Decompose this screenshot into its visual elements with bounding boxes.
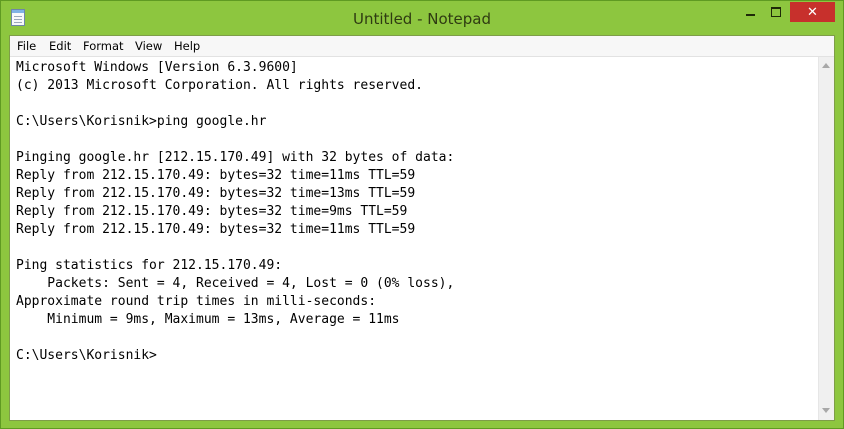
menu-view[interactable]: View <box>135 39 162 53</box>
text-line: C:\Users\Korisnik>ping google.hr <box>16 114 267 129</box>
text-line: C:\Users\Korisnik> <box>16 348 157 363</box>
text-line: (c) 2013 Microsoft Corporation. All righ… <box>16 78 423 93</box>
text-line: Reply from 212.15.170.49: bytes=32 time=… <box>16 222 416 237</box>
scroll-up-arrow-icon[interactable] <box>822 63 830 68</box>
maximize-icon <box>771 7 781 17</box>
minimize-button[interactable] <box>737 2 763 22</box>
vertical-scrollbar[interactable] <box>818 57 834 420</box>
text-editor[interactable]: Microsoft Windows [Version 6.3.9600] (c)… <box>10 57 818 420</box>
menu-file[interactable]: File <box>17 39 36 53</box>
text-line: Reply from 212.15.170.49: bytes=32 time=… <box>16 204 408 219</box>
text-line: Ping statistics for 212.15.170.49: <box>16 258 283 273</box>
text-line: Pinging google.hr [212.15.170.49] with 3… <box>16 150 455 165</box>
menu-format[interactable]: Format <box>83 39 124 53</box>
text-line: Microsoft Windows [Version 6.3.9600] <box>16 60 298 75</box>
text-line: Reply from 212.15.170.49: bytes=32 time=… <box>16 168 416 183</box>
menu-help[interactable]: Help <box>174 39 200 53</box>
menu-bar: File Edit Format View Help <box>10 36 834 57</box>
text-line: Minimum = 9ms, Maximum = 13ms, Average =… <box>16 312 400 327</box>
close-button[interactable]: ✕ <box>790 2 835 22</box>
window-title: Untitled - Notepad <box>352 10 492 28</box>
text-line: Packets: Sent = 4, Received = 4, Lost = … <box>16 276 455 291</box>
maximize-button[interactable] <box>763 2 789 22</box>
menu-edit[interactable]: Edit <box>49 39 71 53</box>
text-line: Reply from 212.15.170.49: bytes=32 time=… <box>16 186 416 201</box>
minimize-icon <box>745 14 755 16</box>
text-line: Approximate round trip times in milli-se… <box>16 294 377 309</box>
notepad-window: Untitled - Notepad ✕ File Edit Format Vi… <box>0 0 844 429</box>
title-bar[interactable]: Untitled - Notepad ✕ <box>1 1 843 35</box>
notepad-client-area: File Edit Format View Help Microsoft Win… <box>9 35 835 421</box>
close-icon: ✕ <box>807 4 818 20</box>
scroll-down-arrow-icon[interactable] <box>822 408 830 413</box>
